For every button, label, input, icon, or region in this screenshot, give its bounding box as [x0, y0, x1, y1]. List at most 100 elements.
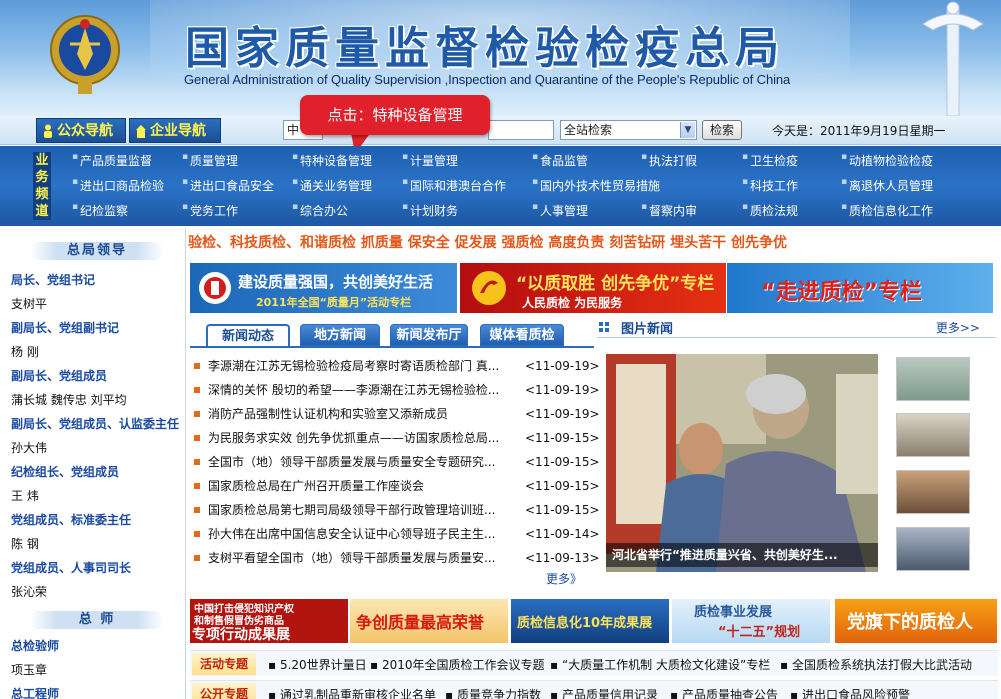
site-title: 国家质量监督检验检疫总局 [185, 23, 785, 74]
ribbon-link[interactable]: ▪ “大质量工作机制 大质检文化建设”专栏 [550, 656, 770, 673]
header-banner: 国家质量监督检验检疫总局 General Administration of Q… [0, 0, 1001, 116]
news-title[interactable]: 全国市（地）领导干部质量发展与质量安全专题研究... [208, 451, 508, 473]
photo-thumbnail[interactable] [896, 470, 970, 514]
menu-item[interactable]: 科技工作 [742, 177, 798, 194]
news-title[interactable]: 孙大伟在出席中国信息安全认证中心领导班子民主生... [208, 523, 508, 545]
banner-ip-crackdown[interactable]: 中国打击侵犯知识产权 和制售假冒伪劣商品 专项行动成果展 [190, 599, 348, 643]
leader-name[interactable]: 张沁荣 [11, 583, 47, 600]
ribbon-link[interactable]: ▪ 进出口食品风险预警 [790, 686, 910, 699]
menu-item[interactable]: 食品监管 [532, 152, 588, 169]
menu-item[interactable]: 动植物检验检疫 [841, 152, 933, 169]
tab-local-news[interactable]: 地方新闻 [300, 324, 380, 346]
ribbon-link[interactable]: ▪ 2010年全国质检工作会议专题 [370, 656, 545, 673]
activity-topics-ribbon: 活动专题 ▪ 5.20世界计量日 ▪ 2010年全国质检工作会议专题 ▪ “大质… [190, 650, 998, 676]
leader-title[interactable]: 党组成员、标准委主任 [11, 511, 131, 528]
leader-name[interactable]: 支树平 [11, 295, 47, 312]
leader-name[interactable]: 孙大伟 [11, 439, 47, 456]
business-nav-label: 企业导航 [150, 123, 206, 139]
news-title[interactable]: 国家质检总局第七期司局级领导干部行政管理培训班... [208, 499, 508, 521]
news-item[interactable]: 李源潮在江苏无锡检验检疫局考察时寄语质检部门 真... <11-09-19> [192, 355, 600, 377]
leader-title[interactable]: 局长、党组书记 [11, 271, 95, 288]
search-scope-select[interactable]: 全站检索 ▼ [560, 120, 697, 140]
news-item[interactable]: 支树平看望全国市（地）领导干部质量发展与质量安... <11-09-13> [192, 547, 600, 569]
chevron-down-icon[interactable]: ▼ [680, 122, 695, 138]
leader-name[interactable]: 蒲长城 魏传忠 刘平均 [11, 391, 127, 408]
promo-inside-aqsiq[interactable]: “走进质检”专栏 [727, 263, 993, 313]
menu-item[interactable]: 进出口食品安全 [182, 177, 274, 194]
menu-item[interactable]: 纪检监察 [72, 202, 128, 219]
photo-news-more-link[interactable]: 更多>> [936, 319, 980, 336]
chief-title[interactable]: 总工程师 [11, 685, 59, 699]
menu-item[interactable]: 卫生检疫 [742, 152, 798, 169]
news-more-link[interactable]: 更多》 [546, 570, 582, 587]
menu-item[interactable]: 计划财务 [402, 202, 458, 219]
news-item[interactable]: 全国市（地）领导干部质量发展与质量安全专题研究... <11-09-15> [192, 451, 600, 473]
banner-quality-honor[interactable]: 争创质量最高荣誉 [350, 599, 508, 643]
menu-item[interactable]: 国际和港澳台合作 [402, 177, 506, 194]
featured-photo-caption[interactable]: 河北省举行“推进质量兴省、共创美好生... [606, 543, 878, 567]
promo-excellence-column[interactable]: “以质取胜 创先争优”专栏 人民质检 为民服务 [460, 263, 726, 313]
photo-thumbnail[interactable] [896, 357, 970, 401]
menu-item[interactable]: 综合办公 [292, 202, 348, 219]
search-button[interactable]: 检索 [702, 120, 742, 140]
ribbon-link[interactable]: ▪ 产品质量信用记录 [550, 686, 658, 699]
ribbon-link[interactable]: ▪ 全国质检系统执法打假大比武活动 [780, 656, 972, 673]
national-emblem-icon[interactable] [48, 10, 122, 98]
leader-name[interactable]: 王 炜 [11, 487, 39, 504]
search-input[interactable] [488, 120, 554, 140]
news-title[interactable]: 国家质检总局在广州召开质量工作座谈会 [208, 475, 508, 497]
menu-item-special-equipment[interactable]: 特种设备管理 [292, 152, 372, 169]
business-nav-button[interactable]: 企业导航 [129, 118, 221, 143]
menu-item[interactable]: 国内外技术性贸易措施 [532, 177, 660, 194]
news-item[interactable]: 为民服务求实效 创先争优抓重点——访国家质检总局... <11-09-15> [192, 427, 600, 449]
menu-item[interactable]: 质检法规 [742, 202, 798, 219]
photo-thumbnail[interactable] [896, 413, 970, 457]
news-title[interactable]: 深情的关怀 殷切的希望——李源潮在江苏无锡检验检... [208, 379, 508, 401]
menu-item[interactable]: 执法打假 [641, 152, 697, 169]
banner-party-flag[interactable]: 党旗下的质检人 [835, 599, 997, 643]
news-title[interactable]: 为民服务求实效 创先争优抓重点——访国家质检总局... [208, 427, 508, 449]
photo-thumbnail[interactable] [896, 527, 970, 571]
menu-item[interactable]: 计量管理 [402, 152, 458, 169]
leader-title[interactable]: 副局长、党组成员 [11, 367, 107, 384]
ribbon-link[interactable]: ▪ 产品质量抽查公告 [670, 686, 778, 699]
menu-item[interactable]: 质检信息化工作 [841, 202, 933, 219]
leader-title[interactable]: 党组成员、人事司司长 [11, 559, 131, 576]
ribbon-link[interactable]: ▪ 5.20世界计量日 [268, 656, 367, 673]
chief-title[interactable]: 总检验师 [11, 637, 59, 654]
menu-item[interactable]: 督察内审 [641, 202, 697, 219]
chief-name[interactable]: 项玉章 [11, 661, 47, 678]
promo-quality-month[interactable]: 建设质量强国，共创美好生活 2011年全国“质量月”活动专栏 [190, 263, 457, 313]
menu-item[interactable]: 进出口商品检验 [72, 177, 164, 194]
tab-media-view[interactable]: 媒体看质检 [480, 324, 564, 346]
leader-title[interactable]: 副局长、党组成员、认监委主任 [11, 415, 179, 432]
menu-item[interactable]: 党务工作 [182, 202, 238, 219]
menu-item[interactable]: 人事管理 [532, 202, 588, 219]
leader-name[interactable]: 杨 刚 [11, 343, 39, 360]
news-title[interactable]: 支树平看望全国市（地）领导干部质量发展与质量安... [208, 547, 508, 569]
ribbon-link[interactable]: ▪ 质量竞争力指数 [445, 686, 541, 699]
menu-item[interactable]: 通关业务管理 [292, 177, 372, 194]
news-title[interactable]: 李源潮在江苏无锡检验检疫局考察时寄语质检部门 真... [208, 355, 508, 377]
leader-title[interactable]: 副局长、党组副书记 [11, 319, 119, 336]
quality-month-logo-icon [199, 272, 231, 304]
tab-news-updates[interactable]: 新闻动态 [206, 324, 290, 346]
tab-press-room[interactable]: 新闻发布厅 [390, 324, 468, 346]
leader-title[interactable]: 纪检组长、党组成员 [11, 463, 119, 480]
menu-item[interactable]: 产品质量监督 [72, 152, 152, 169]
ribbon-link[interactable]: ▪ 通过乳制品重新审核企业名单 [268, 686, 436, 699]
news-item[interactable]: 深情的关怀 殷切的希望——李源潮在江苏无锡检验检... <11-09-19> [192, 379, 600, 401]
banner-informatization[interactable]: 质检信息化10年成果展 [511, 599, 669, 643]
news-item[interactable]: 国家质检总局第七期司局级领导干部行政管理培训班... <11-09-15> [192, 499, 600, 521]
public-nav-button[interactable]: 公众导航 [36, 118, 126, 143]
news-item[interactable]: 国家质检总局在广州召开质量工作座谈会 <11-09-15> [192, 475, 600, 497]
leader-name[interactable]: 陈 钢 [11, 535, 39, 552]
news-item[interactable]: 孙大伟在出席中国信息安全认证中心领导班子民主生... <11-09-14> [192, 523, 600, 545]
news-item[interactable]: 消防产品强制性认证机构和实验室又添新成员 <11-09-19> [192, 403, 600, 425]
menu-item[interactable]: 质量管理 [182, 152, 238, 169]
featured-news-photo[interactable] [606, 354, 878, 572]
banner-twelfth-plan[interactable]: 质检事业发展 “十二五”规划 [672, 599, 830, 643]
menu-item[interactable]: 离退休人员管理 [841, 177, 933, 194]
bullet-icon [194, 483, 200, 489]
news-title[interactable]: 消防产品强制性认证机构和实验室又添新成员 [208, 403, 508, 425]
